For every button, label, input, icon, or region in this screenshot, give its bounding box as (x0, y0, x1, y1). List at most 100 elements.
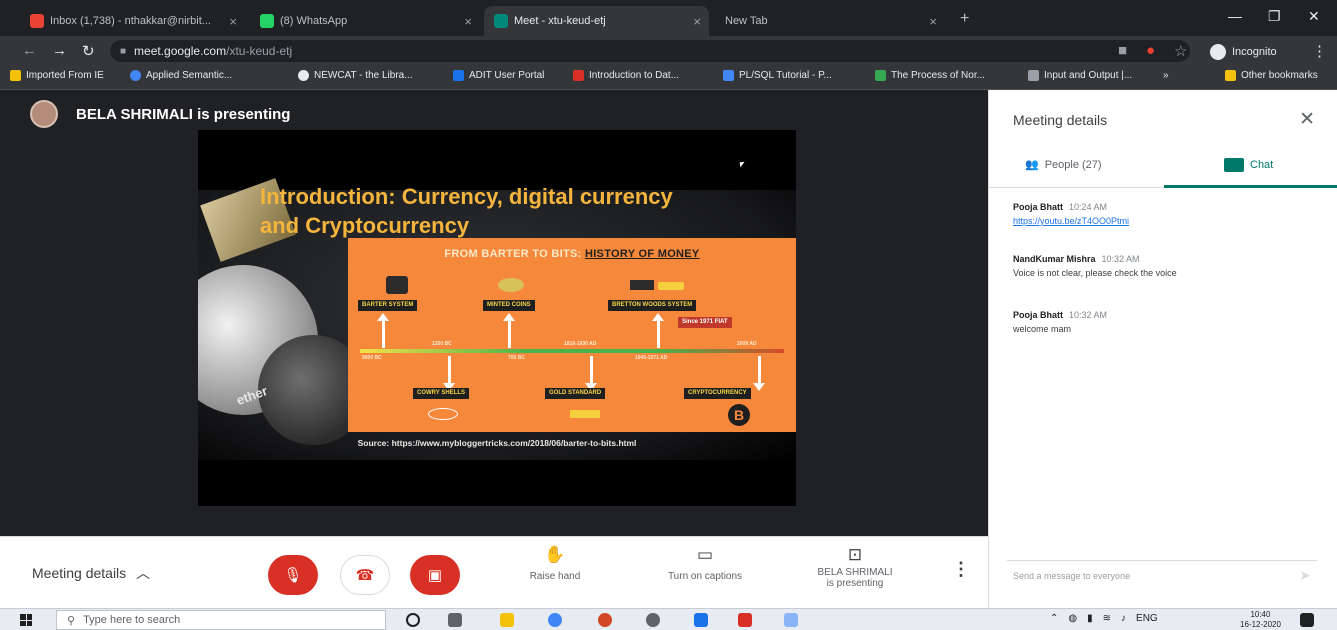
acrobat-icon[interactable] (738, 613, 752, 627)
chart-icon (875, 70, 886, 81)
volume-icon[interactable]: ♪ (1121, 613, 1126, 624)
close-icon[interactable]: ✕ (1299, 108, 1315, 131)
bookmark-item[interactable]: Input and Output |... (1028, 70, 1132, 81)
notifications-icon[interactable] (1300, 613, 1314, 627)
meeting-details-panel: Meeting details ✕ 👥 People (27) Chat Poo… (988, 90, 1337, 608)
label-fiat: Since 1971 FIAT (678, 317, 732, 328)
settings-gear-icon[interactable] (646, 613, 660, 627)
raise-hand-button[interactable]: ✋ Raise hand (510, 545, 600, 582)
bookmarks-bar: Imported From IE Applied Semantic... NEW… (0, 66, 1337, 90)
window-close-icon[interactable]: ✕ (1308, 8, 1320, 25)
file-explorer-icon[interactable] (500, 613, 514, 627)
network-icon[interactable]: ◍ (1068, 613, 1077, 624)
incognito-label: Incognito (1232, 46, 1277, 58)
camera-icon[interactable]: ■ (1118, 42, 1127, 59)
address-toolbar: ← → ↻ ■ meet.google.com /xtu-keud-etj ■ … (0, 36, 1337, 66)
menu-icon[interactable]: ⋮ (1312, 42, 1327, 60)
paint-icon[interactable] (784, 613, 798, 627)
new-tab-icon[interactable]: + (960, 10, 969, 28)
bookmark-item[interactable]: Other bookmarks (1225, 70, 1318, 81)
lock-icon: ■ (120, 45, 127, 57)
language-indicator[interactable]: ENG (1136, 613, 1158, 624)
reload-icon[interactable]: ↻ (82, 42, 95, 60)
bookmark-item[interactable]: Applied Semantic... (130, 70, 232, 81)
year-label: 700 BC (508, 355, 525, 361)
send-icon[interactable]: ➤ (1299, 567, 1311, 584)
close-icon[interactable]: × (229, 14, 237, 29)
chat-message: NandKumar Mishra 10:32 AM Voice is not cl… (1013, 252, 1313, 280)
bookmark-item[interactable]: ADIT User Portal (453, 70, 544, 81)
chrome-icon[interactable] (548, 613, 562, 627)
diagram-title-a: FROM BARTER TO BITS: (444, 248, 585, 260)
wordpress-icon (130, 70, 141, 81)
more-options-icon[interactable]: ⋮ (952, 559, 970, 580)
leave-call-button[interactable]: ☎ (340, 555, 390, 595)
people-tab-label: People (27) (1044, 158, 1102, 171)
bookmark-label: Introduction to Dat... (589, 70, 680, 81)
bookmark-item[interactable]: NEWCAT - the Libra... (298, 70, 413, 81)
presenting-line2: is presenting (826, 578, 884, 589)
chevron-up-icon[interactable]: ⌃ (1050, 613, 1058, 624)
cortana-icon[interactable] (406, 613, 420, 627)
globe-icon (298, 70, 309, 81)
bookmark-item[interactable]: The Process of Nor... (875, 70, 985, 81)
back-icon[interactable]: ← (22, 42, 37, 59)
minimize-icon[interactable]: — (1228, 8, 1242, 24)
incognito-badge[interactable]: Incognito (1210, 44, 1277, 60)
gold-bar-icon (570, 410, 600, 418)
tab-meet[interactable]: Meet - xtu-keud-etj × (484, 6, 709, 36)
task-view-icon[interactable] (448, 613, 462, 627)
chat-message: Pooja Bhatt 10:24 AM https://youtu.be/zT4… (1013, 200, 1313, 228)
taskbar-clock[interactable]: 10:40 16-12-2020 (1240, 610, 1281, 630)
taskbar-search[interactable]: ⚲ Type here to search (56, 610, 386, 630)
forward-icon[interactable]: → (52, 42, 67, 59)
close-icon[interactable]: × (464, 14, 472, 29)
people-icon: 👥 (1025, 159, 1039, 171)
url-bar[interactable]: ■ meet.google.com /xtu-keud-etj (110, 40, 1190, 62)
close-icon[interactable]: × (693, 14, 701, 29)
message-text: welcome mam (1013, 324, 1072, 334)
incognito-icon (1210, 44, 1226, 60)
year-label: 1200 BC (432, 341, 452, 347)
captions-button[interactable]: ▭ Turn on captions (645, 545, 765, 582)
bookmark-label: Other bookmarks (1241, 70, 1318, 81)
message-link[interactable]: https://youtu.be/zT4OO0Ptmi (1013, 214, 1313, 228)
battery-icon[interactable]: ▮ (1087, 613, 1093, 624)
arrow-down (443, 356, 455, 391)
meeting-details-button[interactable]: Meeting details ︿ (32, 563, 150, 583)
tab-label: New Tab (725, 15, 768, 27)
maximize-icon[interactable]: ❐ (1268, 8, 1281, 25)
extension-icon[interactable]: ● (1146, 42, 1155, 59)
app-icon[interactable] (694, 613, 708, 627)
bookmark-label: NEWCAT - the Libra... (314, 70, 413, 81)
windows-start-icon[interactable] (20, 614, 32, 626)
bookmark-item[interactable]: Introduction to Dat... (573, 70, 679, 81)
presenting-button[interactable]: ⊡ BELA SHRIMALI is presenting (800, 545, 910, 589)
close-icon[interactable]: × (929, 14, 937, 29)
active-tab-indicator (1164, 185, 1337, 188)
mute-mic-button[interactable]: 🎙 (268, 555, 318, 595)
sender-name: NandKumar Mishra (1013, 254, 1096, 264)
present-screen-icon: ⊡ (847, 545, 863, 564)
tab-whatsapp[interactable]: (8) WhatsApp × (250, 6, 480, 36)
bookmark-item[interactable]: PL/SQL Tutorial - P... (723, 70, 832, 81)
tab-label: Meet - xtu-keud-etj (514, 15, 606, 27)
tab-new-tab[interactable]: New Tab × (715, 6, 945, 36)
year-label: 1945-1971 AD (635, 355, 668, 361)
captions-label: Turn on captions (667, 571, 743, 582)
url-path: /xtu-keud-etj (226, 44, 293, 58)
powerpoint-icon[interactable] (598, 613, 612, 627)
tab-chat[interactable]: Chat (1224, 158, 1273, 172)
wifi-icon[interactable]: ≋ (1103, 613, 1111, 624)
chat-input[interactable]: Send a message to everyone ➤ (1007, 560, 1317, 590)
camera-off-button[interactable]: ▣ (410, 555, 460, 595)
presenter-banner: BELA SHRIMALI is presenting (30, 100, 290, 128)
tab-gmail[interactable]: Inbox (1,738) - nthakkar@nirbit... × (20, 6, 245, 36)
presentation-slide: ether Introduction: Currency, digital cu… (198, 130, 796, 506)
more-bookmarks-icon[interactable]: » (1163, 70, 1169, 81)
tab-people[interactable]: 👥 People (27) (1025, 158, 1102, 172)
code-icon (1028, 70, 1039, 81)
star-icon[interactable]: ☆ (1174, 42, 1187, 60)
year-label: 9000 BC (362, 355, 382, 361)
bookmark-item[interactable]: Imported From IE (10, 70, 104, 81)
